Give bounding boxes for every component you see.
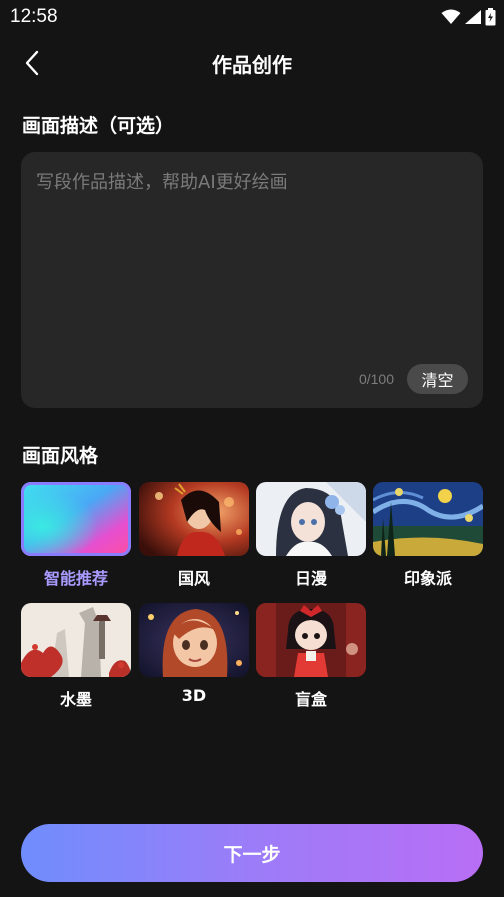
header-bar: 作品创作 xyxy=(0,40,504,84)
style-thumbnail-blindbox xyxy=(256,603,366,677)
description-placeholder: 写段作品描述，帮助AI更好绘画 xyxy=(36,172,288,193)
cellular-signal-icon xyxy=(464,9,482,25)
page-title: 作品创作 xyxy=(212,53,292,77)
description-section-title: 画面描述（可选） xyxy=(22,115,175,137)
style-thumbnail-guofeng xyxy=(139,482,249,556)
style-option-3d[interactable]: 3D xyxy=(139,603,249,705)
style-thumbnail-ink xyxy=(21,603,131,677)
style-thumbnail-riman xyxy=(256,482,366,556)
battery-icon xyxy=(485,8,496,26)
style-label-ink: 水墨 xyxy=(59,690,92,709)
style-label-guofeng: 国风 xyxy=(177,569,210,588)
wifi-icon xyxy=(441,9,461,25)
description-textarea[interactable]: 写段作品描述，帮助AI更好绘画 0/100 清空 xyxy=(21,152,483,408)
style-label-riman: 日漫 xyxy=(294,569,327,588)
style-section-title: 画面风格 xyxy=(22,445,99,467)
style-option-riman[interactable]: 日漫 xyxy=(256,482,366,589)
style-option-blindbox[interactable]: 盲盒 xyxy=(256,603,366,710)
style-option-impressionism[interactable]: 印象派 xyxy=(373,482,483,589)
style-option-smart[interactable]: 智能推荐 xyxy=(21,482,131,589)
style-option-guofeng[interactable]: 国风 xyxy=(139,482,249,589)
clear-button[interactable]: 清空 xyxy=(407,364,468,394)
style-label-3d: 3D xyxy=(181,686,207,705)
character-count: 0/100 xyxy=(358,371,394,387)
next-step-button[interactable]: 下一步 xyxy=(21,824,483,882)
style-thumbnail-smart xyxy=(21,482,131,556)
style-label-blindbox: 盲盒 xyxy=(294,690,327,709)
style-thumbnail-3d xyxy=(139,603,249,677)
status-bar: 12:58 xyxy=(0,0,504,34)
style-option-ink[interactable]: 水墨 xyxy=(21,603,131,710)
style-thumbnail-impressionism xyxy=(373,482,483,556)
status-icons xyxy=(441,8,496,26)
style-label-impressionism: 印象派 xyxy=(403,569,452,588)
style-label-smart: 智能推荐 xyxy=(43,569,108,588)
status-time: 12:58 xyxy=(10,6,58,27)
